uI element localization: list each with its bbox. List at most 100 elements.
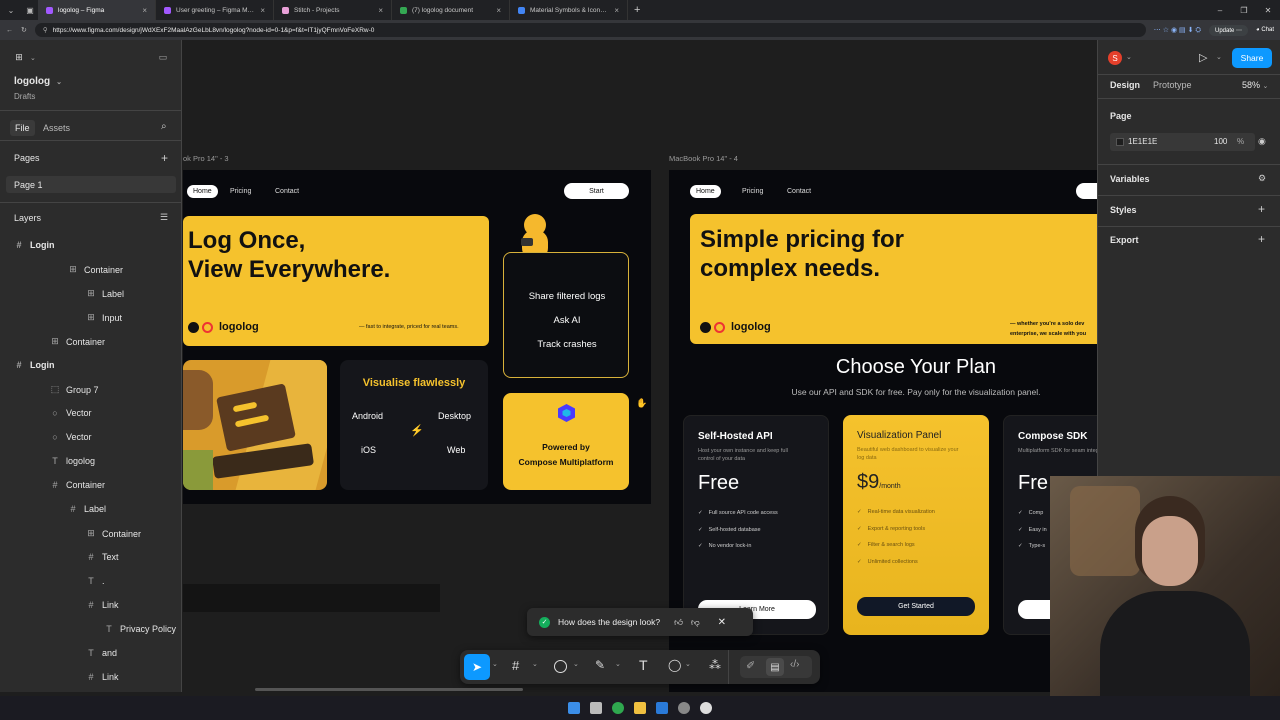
chat-button[interactable]: ◕ Chat bbox=[1256, 27, 1274, 33]
layer-item[interactable]: # Text bbox=[86, 552, 118, 562]
page-color-value[interactable]: 1E1E1E bbox=[1128, 137, 1157, 146]
toggle-sidebar-button[interactable]: ▭ bbox=[158, 52, 168, 63]
present-icon[interactable]: ▷ bbox=[1199, 51, 1207, 64]
app-icon[interactable] bbox=[700, 702, 712, 714]
minimize-button[interactable]: – bbox=[1208, 6, 1232, 15]
browser-tab[interactable]: (7) logolog document × bbox=[392, 0, 510, 20]
thumbs-down-icon[interactable]: 👎︎ bbox=[691, 617, 700, 628]
vscode-icon[interactable] bbox=[656, 702, 668, 714]
layer-item[interactable]: # Login bbox=[14, 240, 54, 250]
dev-mode-icon[interactable]: ‹/› bbox=[790, 659, 799, 670]
ellipse-tool-icon[interactable] bbox=[554, 660, 567, 673]
layer-item[interactable]: T Privacy Policy bbox=[104, 624, 176, 634]
export-heading[interactable]: Export bbox=[1110, 235, 1139, 245]
avatar[interactable]: S bbox=[1108, 51, 1122, 65]
pen-tool-icon[interactable]: ✎ bbox=[595, 658, 605, 672]
draw-mode-icon[interactable]: ✐ bbox=[746, 659, 755, 672]
color-swatch[interactable] bbox=[1116, 138, 1124, 146]
layer-item[interactable]: T. bbox=[86, 576, 104, 586]
close-window-button[interactable]: ✕ bbox=[1256, 6, 1280, 15]
frame-label-1[interactable]: ok Pro 14" - 3 bbox=[183, 154, 229, 163]
layer-item[interactable]: ○ Vector bbox=[50, 408, 91, 418]
close-tab-icon[interactable]: × bbox=[260, 6, 265, 15]
nav-pricing[interactable]: Pricing bbox=[742, 188, 763, 195]
styles-heading[interactable]: Styles bbox=[1110, 205, 1137, 215]
chevron-down-icon[interactable]: ⌄ bbox=[1216, 53, 1222, 61]
start-button-clipped[interactable] bbox=[1076, 183, 1097, 199]
frame-partial-bottom[interactable] bbox=[183, 584, 440, 612]
start-button[interactable]: Start bbox=[564, 183, 629, 199]
page-opacity-value[interactable]: 100 bbox=[1214, 137, 1227, 146]
nav-pricing[interactable]: Pricing bbox=[230, 188, 251, 195]
frame-macbook-3[interactable]: Home Pricing Contact Start Log Once, View… bbox=[183, 170, 651, 504]
design-canvas[interactable]: ok Pro 14" - 3 Home Pricing Contact Star… bbox=[183, 40, 1097, 692]
layer-item[interactable]: # Login bbox=[14, 360, 54, 370]
browser-tab[interactable]: Stitch - Projects × bbox=[274, 0, 392, 20]
close-tab-icon[interactable]: × bbox=[142, 6, 147, 15]
layer-item[interactable]: Tlogolog bbox=[50, 456, 95, 466]
layer-item[interactable]: ⬚ Group 7 bbox=[50, 384, 99, 395]
main-menu-button[interactable]: ⊞ ⌄ bbox=[14, 52, 36, 63]
layer-item[interactable]: ⊞ Container bbox=[68, 264, 123, 275]
close-tab-icon[interactable]: × bbox=[614, 6, 619, 15]
layer-item[interactable]: ○ Vector bbox=[50, 432, 91, 442]
layers-menu-icon[interactable]: ☰ bbox=[160, 212, 168, 223]
add-page-button[interactable]: + bbox=[161, 151, 168, 165]
reload-icon[interactable]: ↻ bbox=[21, 26, 27, 34]
get-started-button[interactable]: Get Started bbox=[857, 597, 975, 616]
chevron-down-icon[interactable]: ⌄ bbox=[1126, 53, 1132, 61]
search-icon[interactable]: ⌕ bbox=[161, 121, 167, 132]
layer-item[interactable]: ⊞ Label bbox=[86, 288, 124, 299]
close-tab-icon[interactable]: × bbox=[496, 6, 501, 15]
tab-menu-icon[interactable]: ⌄ bbox=[0, 6, 22, 15]
close-tab-icon[interactable]: × bbox=[378, 6, 383, 15]
new-tab-button[interactable]: + bbox=[634, 4, 640, 16]
eye-icon[interactable]: ◉ bbox=[1258, 136, 1266, 147]
layer-item[interactable]: ⊞ Input bbox=[86, 312, 122, 323]
settings-icon[interactable] bbox=[678, 702, 690, 714]
actions-tool-icon[interactable]: ⁂ bbox=[709, 658, 721, 672]
share-button[interactable]: Share bbox=[1232, 48, 1272, 68]
chevron-down-icon[interactable]: ⌄ bbox=[573, 660, 579, 668]
browser-tab[interactable]: Material Symbols & Icons - Google× bbox=[510, 0, 628, 20]
variables-settings-icon[interactable]: ⚙ bbox=[1258, 173, 1266, 184]
maximize-button[interactable]: ❐ bbox=[1232, 6, 1256, 15]
layer-item[interactable]: Tand bbox=[86, 648, 117, 658]
nav-contact[interactable]: Contact bbox=[275, 188, 299, 195]
layer-item[interactable]: ⊞ Container bbox=[50, 336, 105, 347]
tab-design[interactable]: Design bbox=[1110, 80, 1140, 90]
update-button[interactable]: Update ⋯ bbox=[1208, 24, 1249, 36]
chrome-icon[interactable] bbox=[612, 702, 624, 714]
tab-sidebar-icon[interactable]: ▣ bbox=[22, 6, 38, 15]
task-view-icon[interactable] bbox=[590, 702, 602, 714]
drafts-label[interactable]: Drafts bbox=[14, 92, 35, 101]
chevron-down-icon[interactable]: ⌄ bbox=[615, 660, 621, 668]
add-style-icon[interactable]: + bbox=[1258, 202, 1265, 216]
chevron-down-icon[interactable]: ⌄ bbox=[492, 660, 498, 668]
nav-contact[interactable]: Contact bbox=[787, 188, 811, 195]
thumbs-up-icon[interactable]: 👍︎ bbox=[674, 617, 683, 628]
layer-item[interactable]: ⊞ Container bbox=[86, 528, 141, 539]
chevron-down-icon[interactable]: ⌄ bbox=[685, 660, 691, 668]
url-field[interactable]: ⚲ https://www.figma.com/design/jWdXExF2M… bbox=[34, 23, 1146, 37]
start-menu-icon[interactable] bbox=[568, 702, 580, 714]
add-export-icon[interactable]: + bbox=[1258, 232, 1265, 246]
tab-assets[interactable]: Assets bbox=[43, 123, 70, 133]
file-explorer-icon[interactable] bbox=[634, 702, 646, 714]
chevron-down-icon[interactable]: ⌄ bbox=[532, 660, 538, 668]
layer-item[interactable]: # Link bbox=[86, 672, 118, 682]
extensions-icon[interactable]: ⋯ ☆ ◉ ▤ ⬇ ⛭ bbox=[1154, 26, 1201, 35]
move-tool-icon[interactable]: ➤ bbox=[464, 654, 490, 680]
layer-item[interactable]: # Label bbox=[68, 504, 106, 514]
back-icon[interactable]: ← bbox=[6, 27, 13, 34]
layer-item[interactable]: # Container bbox=[50, 480, 105, 490]
variables-heading[interactable]: Variables bbox=[1110, 174, 1150, 184]
browser-tab[interactable]: User greeting – Figma Make × bbox=[156, 0, 274, 20]
frame-label-2[interactable]: MacBook Pro 14" - 4 bbox=[669, 154, 738, 163]
tab-prototype[interactable]: Prototype bbox=[1153, 80, 1192, 90]
comment-tool-icon[interactable]: ◯ bbox=[668, 658, 681, 672]
horizontal-scrollbar[interactable] bbox=[255, 688, 523, 691]
nav-home[interactable]: Home bbox=[690, 185, 721, 198]
design-mode-icon[interactable]: ▤ bbox=[766, 658, 784, 676]
file-name[interactable]: logolog ⌄ bbox=[14, 76, 62, 87]
